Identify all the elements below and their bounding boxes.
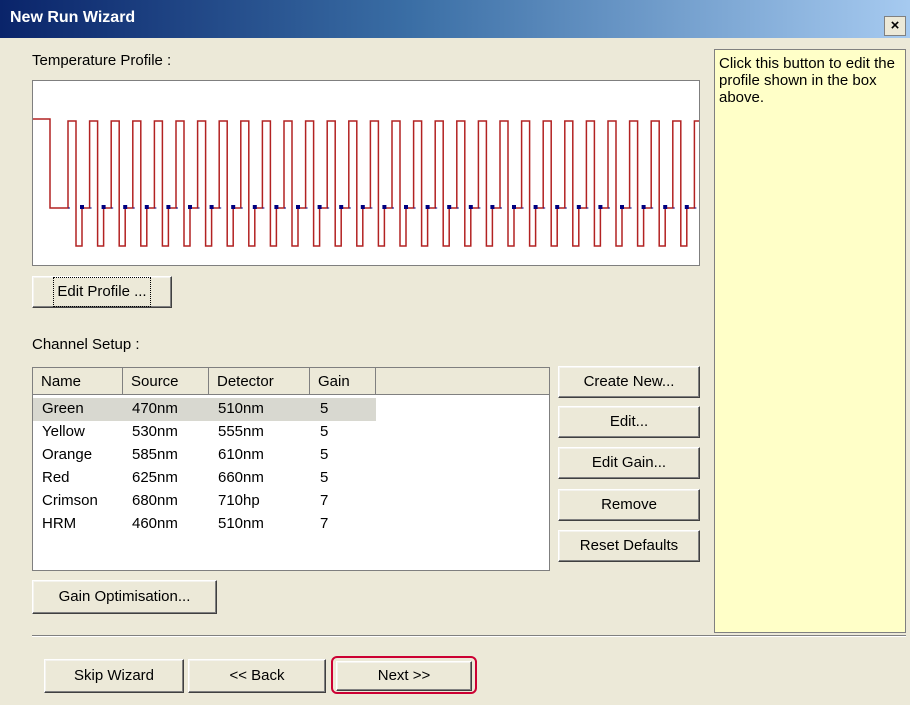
channel-row-orange[interactable]: Orange 585nm 610nm 5 xyxy=(33,444,376,467)
acquisition-marker xyxy=(555,205,560,209)
acquisition-marker xyxy=(209,205,214,209)
channel-row-green[interactable]: Green 470nm 510nm 5 xyxy=(33,398,376,421)
acquisition-marker xyxy=(339,205,344,209)
back-button[interactable]: << Back xyxy=(188,659,326,693)
column-header-source[interactable]: Source xyxy=(123,368,209,395)
skip-wizard-button[interactable]: Skip Wizard xyxy=(44,659,184,693)
edit-profile-button[interactable]: Edit Profile ... xyxy=(32,276,172,308)
acquisition-marker xyxy=(490,205,495,209)
channel-row-hrm[interactable]: HRM 460nm 510nm 7 xyxy=(33,513,376,536)
reset-defaults-button[interactable]: Reset Defaults xyxy=(558,530,700,562)
acquisition-marker xyxy=(296,205,300,209)
acquisition-marker xyxy=(447,205,452,209)
close-button[interactable]: × xyxy=(884,16,906,36)
cell-gain: 7 xyxy=(320,515,329,532)
acquisition-marker xyxy=(598,205,603,209)
cell-source: 470nm xyxy=(132,400,178,417)
title-bar[interactable]: New Run Wizard xyxy=(0,0,910,38)
edit-profile-button-label: Edit Profile ... xyxy=(53,277,151,307)
cell-name: Crimson xyxy=(42,492,98,509)
help-text: Click this button to edit the profile sh… xyxy=(719,55,895,106)
channel-list[interactable]: Name Source Detector Gain Green 470nm 51… xyxy=(32,367,550,571)
acquisition-marker xyxy=(468,205,473,209)
temperature-profile-label: Temperature Profile : xyxy=(32,52,172,69)
cell-gain: 5 xyxy=(320,400,329,417)
acquisition-marker xyxy=(533,205,538,209)
temperature-profile-chart xyxy=(33,118,699,247)
cell-name: Red xyxy=(42,469,70,486)
cell-name: HRM xyxy=(42,515,77,532)
channel-row-crimson[interactable]: Crimson 680nm 710hp 7 xyxy=(33,490,376,513)
acquisition-marker xyxy=(512,205,516,209)
create-new-button[interactable]: Create New... xyxy=(558,366,700,398)
cell-gain: 7 xyxy=(320,492,329,509)
acquisition-marker xyxy=(144,205,149,209)
acquisition-marker xyxy=(166,205,171,209)
cell-name: Green xyxy=(42,400,84,417)
cell-detector: 555nm xyxy=(218,423,264,440)
column-header-filler xyxy=(376,368,549,395)
acquisition-marker xyxy=(101,205,106,209)
acquisition-marker xyxy=(684,205,689,209)
window-title: New Run Wizard xyxy=(10,9,136,26)
channel-row-red[interactable]: Red 625nm 660nm 5 xyxy=(33,467,376,490)
column-header-gain[interactable]: Gain xyxy=(310,368,376,395)
channel-setup-label: Channel Setup : xyxy=(32,336,140,353)
acquisition-marker xyxy=(576,205,581,209)
cell-source: 680nm xyxy=(132,492,178,509)
acquisition-marker xyxy=(360,205,365,209)
channel-row-yellow[interactable]: Yellow 530nm 555nm 5 xyxy=(33,421,376,444)
temperature-profile-graph xyxy=(32,80,700,266)
cell-source: 625nm xyxy=(132,469,178,486)
cell-detector: 660nm xyxy=(218,469,264,486)
cell-detector: 610nm xyxy=(218,446,264,463)
help-panel: Click this button to edit the profile sh… xyxy=(714,49,906,633)
cell-detector: 510nm xyxy=(218,515,264,532)
acquisition-marker xyxy=(274,205,279,209)
temperature-profile-line xyxy=(33,118,699,247)
cell-gain: 5 xyxy=(320,423,329,440)
cell-name: Yellow xyxy=(42,423,85,440)
gain-optimisation-button[interactable]: Gain Optimisation... xyxy=(32,580,217,614)
cell-source: 460nm xyxy=(132,515,178,532)
cell-source: 530nm xyxy=(132,423,178,440)
new-run-wizard-window: New Run Wizard × Temperature Profile : E… xyxy=(0,0,910,705)
acquisition-marker xyxy=(425,205,430,209)
acquisition-marker xyxy=(641,205,646,209)
acquisition-marker xyxy=(80,205,84,209)
cell-source: 585nm xyxy=(132,446,178,463)
column-header-name[interactable]: Name xyxy=(33,368,123,395)
remove-button[interactable]: Remove xyxy=(558,489,700,521)
acquisition-marker xyxy=(382,205,387,209)
cell-name: Orange xyxy=(42,446,93,463)
cell-gain: 5 xyxy=(320,469,329,486)
next-button-highlight xyxy=(331,656,477,694)
acquisition-marker xyxy=(252,205,257,209)
acquisition-marker xyxy=(620,205,624,209)
footer-separator xyxy=(32,635,906,637)
acquisition-marker xyxy=(188,205,192,209)
acquisition-marker xyxy=(123,205,128,209)
cell-gain: 5 xyxy=(320,446,329,463)
acquisition-marker xyxy=(317,205,322,209)
column-header-detector[interactable]: Detector xyxy=(209,368,310,395)
edit-gain-button[interactable]: Edit Gain... xyxy=(558,447,700,479)
acquisition-marker xyxy=(404,205,408,209)
acquisition-marker xyxy=(231,205,236,209)
acquisition-marker xyxy=(663,205,668,209)
edit-button[interactable]: Edit... xyxy=(558,406,700,438)
cell-detector: 510nm xyxy=(218,400,264,417)
cell-detector: 710hp xyxy=(218,492,260,509)
